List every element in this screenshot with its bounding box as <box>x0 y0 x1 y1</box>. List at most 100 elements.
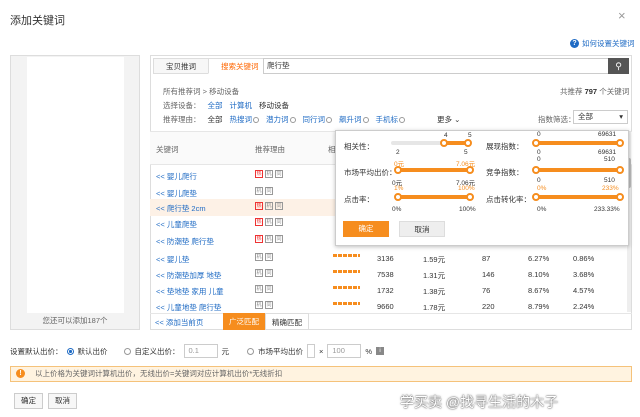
confirm-button[interactable]: 确定 <box>14 393 43 409</box>
table-row[interactable]: << 婴儿爬行 热机同 <box>150 167 340 184</box>
table-row[interactable]: << 防潮垫 爬行垫 热机同 <box>150 232 340 249</box>
impressions-fill <box>536 141 621 145</box>
popup-confirm-button[interactable]: 确定 <box>343 221 389 237</box>
peer-icon: 同 <box>265 269 273 277</box>
reason-rising[interactable]: 飙升词 <box>339 114 369 125</box>
keyword-cell[interactable]: << 爬行垫 2cm <box>156 203 206 214</box>
exact-match-tab[interactable]: 精确匹配 <box>265 313 309 330</box>
cvr-bottom-max: 233.33% <box>594 206 620 213</box>
tab-search-keywords[interactable]: 搜索关键词 <box>208 58 272 74</box>
device-all[interactable]: 全部 <box>208 100 223 111</box>
search-icon[interactable]: ⚲ <box>608 58 629 74</box>
cvr-bottom-min: 0% <box>537 206 547 213</box>
breadcrumb-all[interactable]: 所有推荐词 <box>163 87 201 96</box>
keyword-search-input[interactable]: 爬行垫 <box>263 58 629 74</box>
comp-min-handle[interactable] <box>532 166 540 174</box>
checkbox-icon <box>289 117 296 123</box>
mobile-icon: 机 <box>255 269 263 277</box>
help-link[interactable]: ? 如何设置关键词 <box>570 38 635 49</box>
market-bid-radio[interactable] <box>247 347 254 355</box>
keyword-cell[interactable]: << 婴儿爬行 <box>156 171 197 182</box>
cvr-max-handle[interactable] <box>616 193 624 201</box>
question-icon: ? <box>570 39 579 48</box>
market-bid-select[interactable] <box>307 344 315 358</box>
keyword-cell[interactable]: << 儿童地垫 爬行垫 <box>156 302 221 313</box>
bid-unit: 元 <box>221 346 230 356</box>
keyword-cell[interactable]: << 防潮垫加厚 地垫 <box>156 270 221 281</box>
close-icon[interactable]: × <box>618 8 626 23</box>
selected-keywords-list[interactable] <box>27 57 124 313</box>
table-row[interactable]: << 爬行垫 2cm 热机同 <box>150 199 340 216</box>
total-number: 797 <box>584 87 598 96</box>
checkbox-icon <box>399 117 405 123</box>
hot-icon: 热 <box>255 235 263 243</box>
index-filter-select[interactable]: 全部 ▾ <box>573 110 628 124</box>
keyword-cell[interactable]: << 防潮垫 爬行垫 <box>156 236 214 247</box>
relevance-min-handle[interactable] <box>440 139 448 147</box>
table-row-values: 1732 1.38元 76 8.67% 4.57% <box>330 282 630 299</box>
more-filters-button[interactable]: 更多 ⌄ <box>437 114 460 125</box>
impressions-min-handle[interactable] <box>532 139 540 147</box>
cvr-cell: 2.24% <box>573 302 595 311</box>
reason-mobile[interactable]: 手机标 <box>376 114 405 125</box>
bid-percent-input[interactable]: 100 <box>327 344 362 358</box>
impressions-bottom-min: 0 <box>537 149 541 156</box>
bid-notice: 以上价格为关键词计算机出价，无线出价=关键词对应计算机出价*无线折扣 <box>10 366 632 382</box>
table-row[interactable]: << 儿童爬垫 热机同 <box>150 215 340 232</box>
default-bid-radio[interactable] <box>66 347 74 355</box>
ctr-bottom-min: 0% <box>392 206 402 213</box>
broad-match-tab[interactable]: 广泛匹配 <box>223 313 265 330</box>
warning-icon: ! <box>16 369 25 378</box>
cpc-cell: 1.38元 <box>423 287 446 296</box>
reason-hot[interactable]: 热搜词 <box>230 114 259 125</box>
reason-icons: 机同 <box>255 187 273 195</box>
ctr-mid-min: 1% <box>394 185 404 192</box>
table-row[interactable]: << 防潮垫加厚 地垫 机同 <box>150 266 340 283</box>
relevance-max-handle[interactable] <box>464 139 472 147</box>
reason-all[interactable]: 全部 <box>208 114 223 125</box>
keyword-cell[interactable]: << 儿童爬垫 <box>156 219 197 230</box>
mobile-icon: 机 <box>265 202 273 210</box>
impressions-max-handle[interactable] <box>616 139 624 147</box>
avg-cpc-label: 市场平均出价： <box>344 168 397 177</box>
reason-peer[interactable]: 同行词 <box>303 114 332 125</box>
cancel-button[interactable]: 取消 <box>48 393 77 409</box>
impressions-bottom-max: 69631 <box>598 149 617 156</box>
keyword-cell[interactable]: << 婴儿爬垫 <box>156 188 197 199</box>
table-row[interactable]: << 垫地垫 家用 儿童 机同 <box>150 282 340 299</box>
device-computer[interactable]: 计算机 <box>230 100 253 111</box>
ctr-min-handle[interactable] <box>394 193 402 201</box>
keyword-cell[interactable]: << 婴儿垫 <box>156 254 189 265</box>
custom-bid-input[interactable]: 0.1 <box>183 344 218 358</box>
table-row[interactable]: << 婴儿垫 机同 <box>150 250 340 267</box>
cpc-min-handle[interactable] <box>394 166 402 174</box>
relevance-bar <box>333 254 360 257</box>
reason-icons: 热机同 <box>255 218 283 226</box>
impressions-top-max: 69631 <box>598 131 617 138</box>
custom-bid-radio[interactable] <box>123 347 131 355</box>
relevance-bar <box>333 302 360 305</box>
total-prefix: 共推荐 <box>560 87 583 96</box>
keyword-cell[interactable]: << 垫地垫 家用 儿童 <box>156 286 224 297</box>
mobile-icon: 机 <box>265 235 273 243</box>
cvr-mid-max: 233% <box>602 185 619 192</box>
reason-potential[interactable]: 潜力词 <box>266 114 296 125</box>
relevance-min: 4 <box>444 132 448 139</box>
ctr-cell: 6.27% <box>528 254 550 263</box>
ctr-cell: 8.67% <box>528 286 550 295</box>
add-current-page-button[interactable]: << 添加当前页 <box>155 317 203 328</box>
total-count: 共推荐 797 个关键词 <box>560 86 629 97</box>
market-bid-label: 市场平均出价 <box>258 346 303 356</box>
cvr-min-handle[interactable] <box>532 193 540 201</box>
popup-cancel-button[interactable]: 取消 <box>399 221 445 237</box>
comp-max-handle[interactable] <box>616 166 624 174</box>
ctr-max-handle[interactable] <box>466 193 474 201</box>
mobile-icon: 机 <box>265 218 273 226</box>
bid-label: 设置默认出价： <box>10 346 63 356</box>
cpc-max-handle[interactable] <box>466 166 474 174</box>
relevance-bar <box>333 270 360 273</box>
device-mobile[interactable]: 移动设备 <box>259 100 289 111</box>
tab-item-recommend[interactable]: 宝贝推词 <box>153 58 209 74</box>
competition-cell: 220 <box>482 302 495 311</box>
info-icon[interactable]: i <box>376 347 385 355</box>
